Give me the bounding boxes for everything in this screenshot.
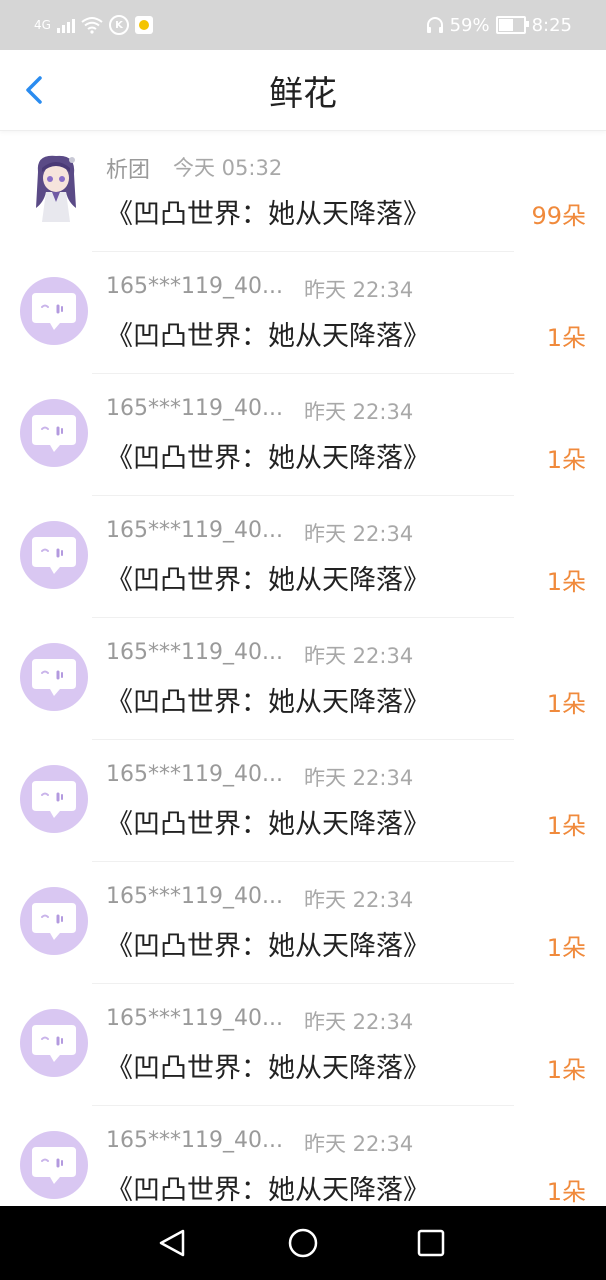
back-triangle-icon[interactable]: [153, 1223, 193, 1263]
flower-list[interactable]: 析团 今天 05:32 《凹凸世界：她从天降落》 99朵 165***119_40...…: [0, 130, 606, 1206]
status-left: 4G K: [34, 12, 153, 38]
timestamp: 昨天 22:34: [304, 766, 414, 790]
book-title[interactable]: 《凹凸世界：她从天降落》: [106, 558, 430, 597]
list-item[interactable]: 165***119_40... 昨天 22:34 《凹凸世界：她从天降落》 1朵: [0, 862, 606, 984]
list-item[interactable]: 165***119_40... 昨天 22:34 《凹凸世界：她从天降落》 1朵: [0, 1106, 606, 1206]
battery-percent: 59%: [449, 14, 490, 36]
username[interactable]: 165***119_40...: [106, 518, 283, 543]
flower-count: 1朵: [546, 812, 586, 840]
timestamp: 昨天 22:34: [304, 400, 414, 424]
headphone-icon: [426, 17, 443, 33]
list-item[interactable]: 165***119_40... 昨天 22:34 《凹凸世界：她从天降落》 1朵: [0, 740, 606, 862]
book-title[interactable]: 《凹凸世界：她从天降落》: [106, 436, 430, 475]
clock: 8:25: [531, 14, 572, 36]
avatar[interactable]: [20, 399, 88, 467]
list-item[interactable]: 165***119_40... 昨天 22:34 《凹凸世界：她从天降落》 1朵: [0, 252, 606, 374]
page-title: 鲜花: [269, 74, 337, 114]
chat-bubble-icon: [32, 903, 76, 940]
flower-count: 1朵: [546, 934, 586, 962]
chat-bubble-icon: [32, 1025, 76, 1062]
timestamp: 昨天 22:34: [304, 522, 414, 546]
wifi-icon: [81, 17, 103, 34]
flower-count: 1朵: [546, 568, 586, 596]
navigation-bar: [0, 1206, 606, 1280]
timestamp: 昨天 22:34: [304, 1132, 414, 1156]
username[interactable]: 165***119_40...: [106, 884, 283, 909]
list-item[interactable]: 165***119_40... 昨天 22:34 《凹凸世界：她从天降落》 1朵: [0, 374, 606, 496]
timestamp: 今天 05:32: [173, 156, 283, 180]
timestamp: 昨天 22:34: [304, 888, 414, 912]
battery-icon: [495, 16, 529, 34]
timestamp: 昨天 22:34: [304, 1010, 414, 1034]
username[interactable]: 165***119_40...: [106, 396, 283, 421]
flower-count: 1朵: [546, 1178, 586, 1206]
app-header: 鲜花: [0, 50, 606, 131]
book-title[interactable]: 《凹凸世界：她从天降落》: [106, 1046, 430, 1085]
book-title[interactable]: 《凹凸世界：她从天降落》: [106, 192, 430, 231]
book-title[interactable]: 《凹凸世界：她从天降落》: [106, 1168, 430, 1206]
recents-square-icon[interactable]: [411, 1223, 451, 1263]
avatar[interactable]: [20, 887, 88, 955]
avatar[interactable]: [28, 152, 84, 224]
username[interactable]: 165***119_40...: [106, 1128, 283, 1153]
network-type: 4G: [34, 18, 51, 32]
list-item[interactable]: 165***119_40... 昨天 22:34 《凹凸世界：她从天降落》 1朵: [0, 984, 606, 1106]
book-title[interactable]: 《凹凸世界：她从天降落》: [106, 802, 430, 841]
avatar[interactable]: [20, 1009, 88, 1077]
book-title[interactable]: 《凹凸世界：她从天降落》: [106, 314, 430, 353]
list-item[interactable]: 析团 今天 05:32 《凹凸世界：她从天降落》 99朵: [0, 130, 606, 252]
avatar[interactable]: [20, 277, 88, 345]
home-circle-icon[interactable]: [283, 1223, 323, 1263]
app-notification-icon: [134, 16, 153, 34]
status-right: 59% 8:25: [426, 12, 572, 38]
username[interactable]: 165***119_40...: [106, 1006, 283, 1031]
flower-count: 1朵: [546, 1056, 586, 1084]
back-arrow-icon[interactable]: [18, 70, 54, 110]
chat-bubble-icon: [32, 537, 76, 574]
avatar[interactable]: [20, 643, 88, 711]
chat-bubble-icon: [32, 659, 76, 696]
book-title[interactable]: 《凹凸世界：她从天降落》: [106, 924, 430, 963]
avatar[interactable]: [20, 521, 88, 589]
chat-bubble-icon: [32, 781, 76, 818]
chat-bubble-icon: [32, 1147, 76, 1184]
flower-count: 1朵: [546, 446, 586, 474]
list-item[interactable]: 165***119_40... 昨天 22:34 《凹凸世界：她从天降落》 1朵: [0, 618, 606, 740]
flower-count: 1朵: [546, 690, 586, 718]
signal-icon: [56, 17, 75, 33]
chat-bubble-icon: [32, 293, 76, 330]
timestamp: 昨天 22:34: [304, 278, 414, 302]
username[interactable]: 165***119_40...: [106, 274, 283, 299]
flower-count: 1朵: [546, 324, 586, 352]
status-bar: 4G K 59% 8:25: [0, 0, 606, 50]
username[interactable]: 165***119_40...: [106, 640, 283, 665]
avatar[interactable]: [20, 765, 88, 833]
chat-bubble-icon: [32, 415, 76, 452]
avatar[interactable]: [20, 1131, 88, 1199]
username[interactable]: 析团: [106, 152, 150, 184]
timestamp: 昨天 22:34: [304, 644, 414, 668]
book-title[interactable]: 《凹凸世界：她从天降落》: [106, 680, 430, 719]
k-icon: K: [108, 15, 129, 35]
flower-count: 99朵: [531, 202, 586, 230]
list-item[interactable]: 165***119_40... 昨天 22:34 《凹凸世界：她从天降落》 1朵: [0, 496, 606, 618]
username[interactable]: 165***119_40...: [106, 762, 283, 787]
